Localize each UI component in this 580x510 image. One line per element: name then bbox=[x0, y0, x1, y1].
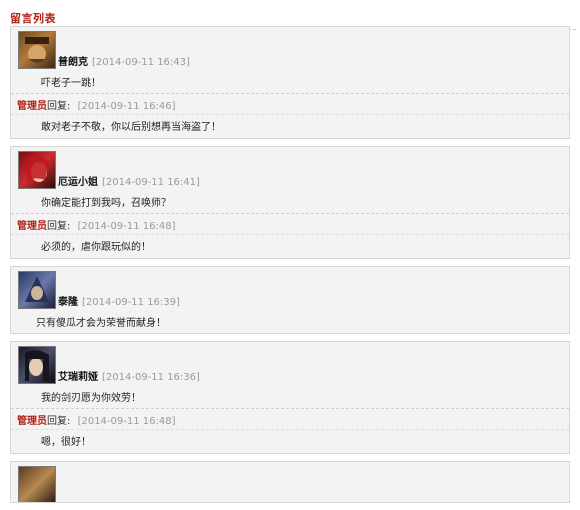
reply-text: 必须的，虐你跟玩似的！ bbox=[11, 234, 569, 258]
timestamp: [2014-09-11 16:39] bbox=[82, 297, 180, 308]
reply-text: 嗯，很好！ bbox=[11, 429, 569, 453]
timestamp: [2014-09-11 16:43] bbox=[92, 57, 190, 68]
message-text: 吓老子一跳！ bbox=[41, 78, 101, 89]
message-text: 你确定能打到我吗，召唤师？ bbox=[41, 198, 171, 209]
message-item: 泰隆 [2014-09-11 16:39] 只有傻瓜才会为荣誉而献身！ bbox=[10, 266, 570, 334]
message-item: 厄运小姐 [2014-09-11 16:41] 你确定能打到我吗，召唤师？ 管理员… bbox=[10, 146, 570, 259]
dark-hair-avatar-icon bbox=[18, 346, 56, 384]
red-hair-avatar-icon bbox=[18, 151, 56, 189]
dark-hair-avatar-icon bbox=[25, 350, 49, 381]
admin-label: 管理员 bbox=[17, 101, 47, 112]
admin-label: 管理员 bbox=[17, 416, 47, 427]
message-header: 普朗克 [2014-09-11 16:43] bbox=[11, 27, 569, 71]
user-name: 泰隆 [2014-09-11 16:39] bbox=[58, 293, 180, 308]
pirate-avatar-icon bbox=[25, 37, 49, 63]
message-item: 艾瑞莉娅 [2014-09-11 16:36] 我的剑刃愿为你效劳！ 管理员回复:… bbox=[10, 341, 570, 454]
user-name: 普朗克 [2014-09-11 16:43] bbox=[58, 53, 190, 68]
hooded-avatar-icon bbox=[18, 271, 56, 309]
timestamp: [2014-09-11 16:36] bbox=[102, 372, 200, 383]
user-name-text: 泰隆 bbox=[58, 297, 78, 308]
message-header: 厄运小姐 [2014-09-11 16:41] bbox=[11, 147, 569, 191]
admin-reply-header: 管理员回复: [2014-09-11 16:48] bbox=[11, 408, 569, 429]
red-hair-avatar-icon bbox=[25, 155, 49, 182]
hooded-avatar-icon bbox=[25, 276, 49, 302]
message-item: 普朗克 [2014-09-11 16:43] 吓老子一跳！ 管理员回复: [201… bbox=[10, 26, 570, 139]
user-name-text: 厄运小姐 bbox=[58, 177, 98, 188]
user-name: 厄运小姐 [2014-09-11 16:41] bbox=[58, 173, 200, 188]
reply-timestamp: [2014-09-11 16:48] bbox=[77, 221, 176, 232]
message-text: 我的剑刃愿为你效劳！ bbox=[41, 393, 141, 404]
admin-reply-header: 管理员回复: [2014-09-11 16:46] bbox=[11, 93, 569, 114]
admin-reply-header: 管理员回复: [2014-09-11 16:48] bbox=[11, 213, 569, 234]
reply-suffix: 回复: bbox=[47, 221, 71, 232]
reply-timestamp: [2014-09-11 16:48] bbox=[77, 416, 176, 427]
admin-label: 管理员 bbox=[17, 221, 47, 232]
reply-timestamp: [2014-09-11 16:46] bbox=[77, 101, 176, 112]
reply-suffix: 回复: bbox=[47, 416, 71, 427]
reply-text: 敢对老子不敬，你以后别想再当海盗了！ bbox=[11, 114, 569, 138]
user-name-text: 普朗克 bbox=[58, 57, 88, 68]
message-header: 艾瑞莉娅 [2014-09-11 16:36] bbox=[11, 342, 569, 386]
page-title: 留言列表 bbox=[10, 12, 56, 25]
pirate-avatar-icon bbox=[18, 31, 56, 69]
message-item bbox=[10, 461, 570, 503]
avatar-icon bbox=[18, 466, 56, 502]
message-header: 泰隆 [2014-09-11 16:39] bbox=[11, 267, 569, 311]
reply-suffix: 回复: bbox=[47, 101, 71, 112]
timestamp: [2014-09-11 16:41] bbox=[102, 177, 200, 188]
message-header bbox=[11, 462, 569, 502]
user-name: 艾瑞莉娅 [2014-09-11 16:36] bbox=[58, 368, 200, 383]
message-list: 普朗克 [2014-09-11 16:43] 吓老子一跳！ 管理员回复: [201… bbox=[10, 26, 570, 510]
user-name-text: 艾瑞莉娅 bbox=[58, 372, 98, 383]
message-text: 只有傻瓜才会为荣誉而献身！ bbox=[36, 318, 166, 329]
